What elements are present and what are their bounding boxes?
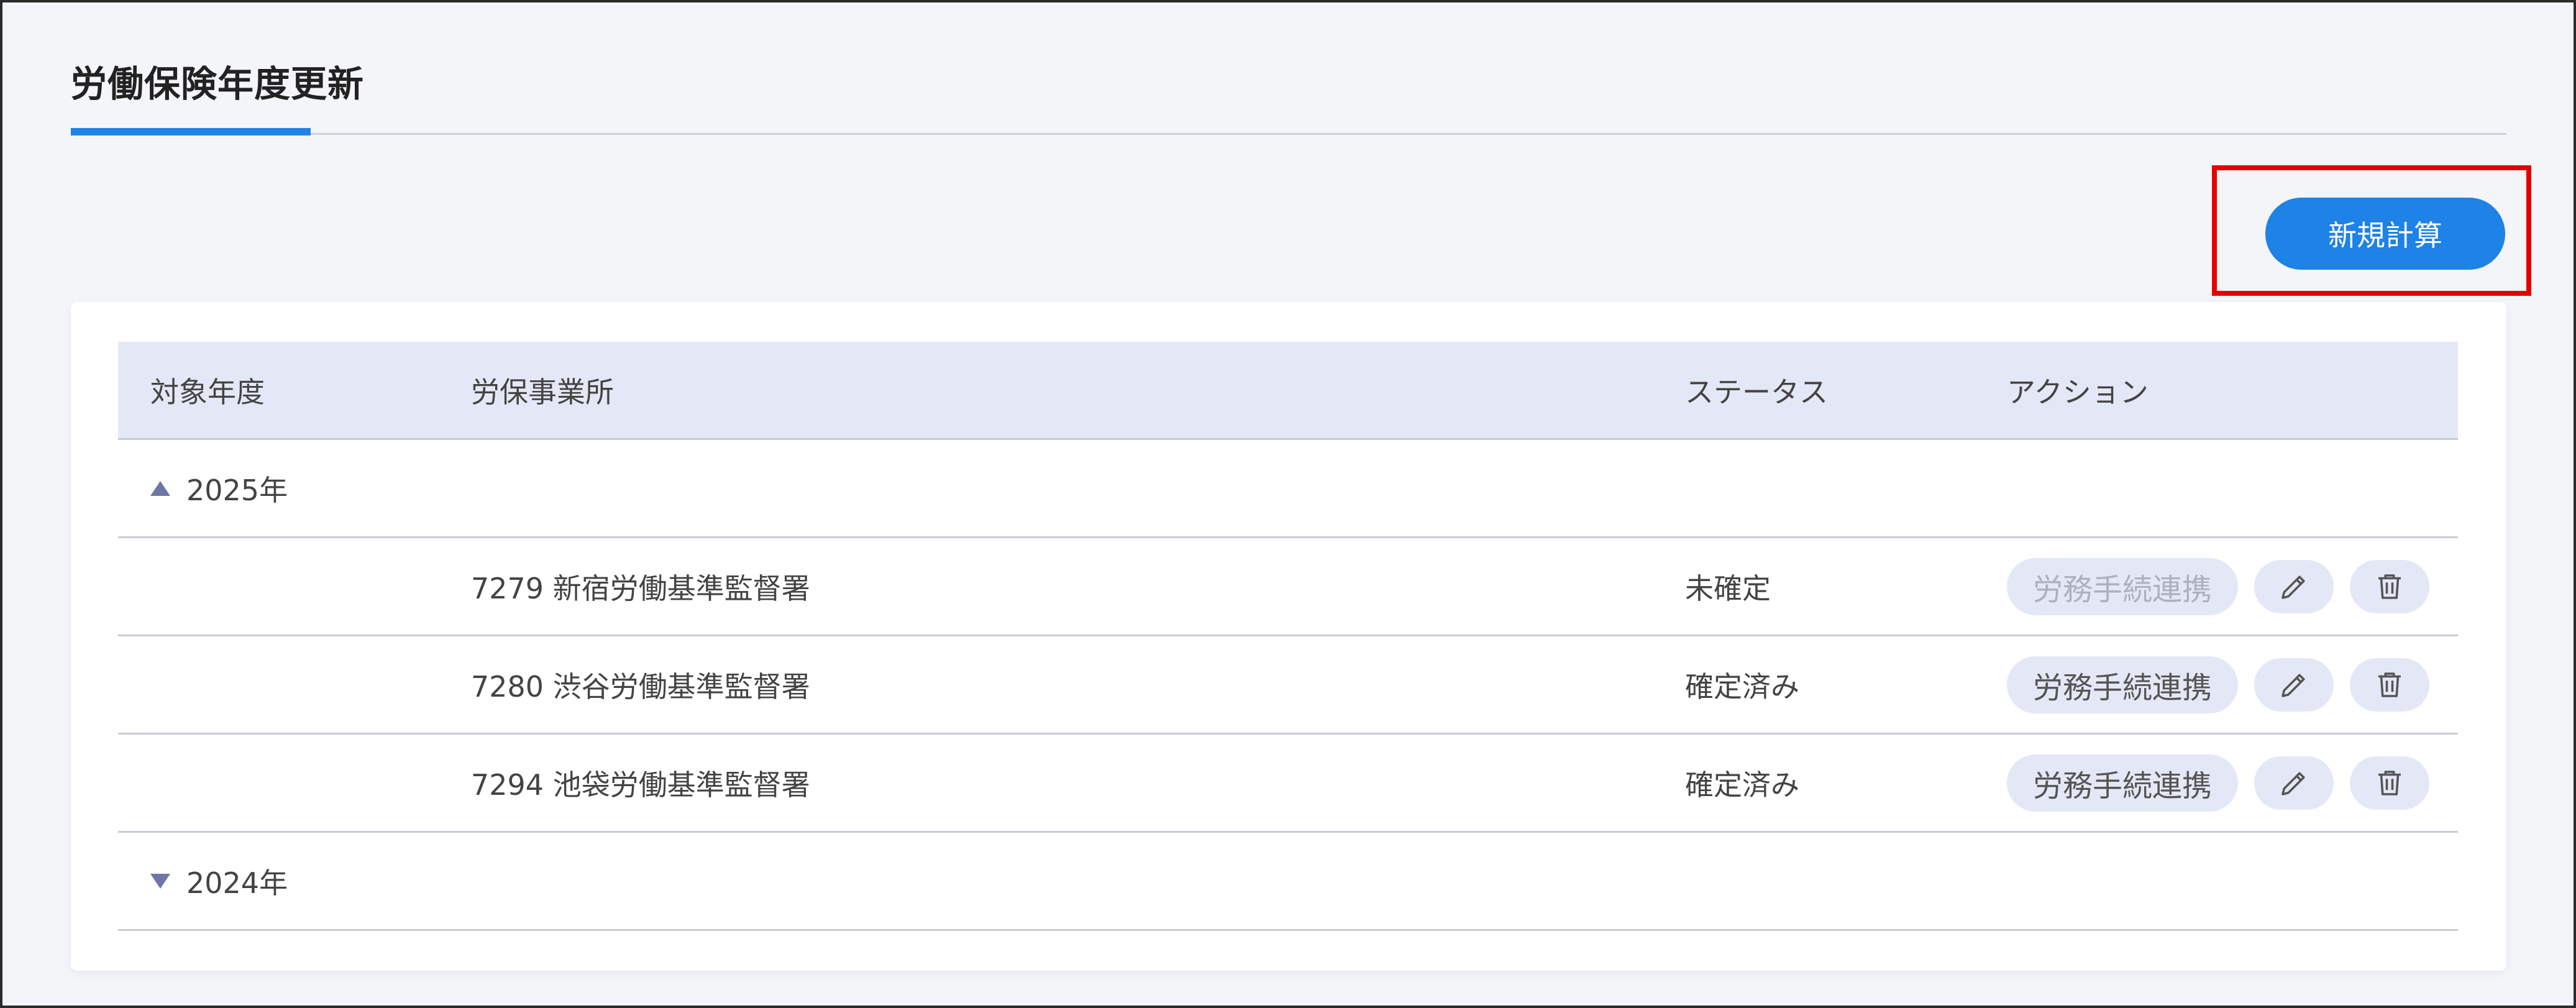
group-row-2024[interactable]: 2024年 [118,833,2458,931]
group-label: 2024年 [186,866,288,900]
triangle-down-icon [150,873,170,889]
new-calculation-button[interactable]: 新規計算 [2265,198,2505,270]
group-row-2025[interactable]: 2025年 [118,440,2458,538]
pencil-icon [2281,771,2305,795]
title-divider [71,133,2506,135]
status-text: 確定済み [1685,669,1799,703]
table-row: 7279 新宿労働基準監督署 未確定 労務手続連携 [118,538,2458,636]
office-name: 7294 池袋労働基準監督署 [471,767,810,802]
edit-button[interactable] [2254,756,2334,810]
trash-icon [2378,574,2401,599]
group-toggle[interactable]: 2025年 [150,468,288,509]
row-actions: 労務手続連携 [2007,754,2430,812]
office-name: 7280 渋谷労働基準監督署 [471,669,810,703]
page-title: 労働保険年度更新 [71,63,365,105]
pencil-icon [2281,673,2305,697]
labor-link-button[interactable]: 労務手続連携 [2007,754,2239,812]
header-status: ステータス [1685,375,1828,409]
header-office: 労保事業所 [471,375,614,409]
labor-link-button[interactable]: 労務手続連携 [2007,557,2239,615]
group-toggle[interactable]: 2024年 [150,861,288,902]
trash-icon [2378,672,2401,697]
delete-button[interactable] [2350,756,2430,810]
triangle-up-icon [150,480,170,496]
table-row: 7294 池袋労働基準監督署 確定済み 労務手続連携 [118,735,2458,833]
row-actions: 労務手続連携 [2007,656,2430,713]
office-name: 7279 新宿労働基準監督署 [471,571,810,605]
edit-button[interactable] [2254,657,2334,712]
group-label: 2025年 [186,473,288,507]
active-tab-indicator [71,128,311,135]
row-actions: 労務手続連携 [2007,557,2430,615]
table-row: 7280 渋谷労働基準監督署 確定済み 労務手続連携 [118,636,2458,735]
pencil-icon [2281,575,2305,599]
table-header: 対象年度 労保事業所 ステータス アクション [118,342,2458,440]
status-text: 未確定 [1685,571,1771,605]
update-table: 対象年度 労保事業所 ステータス アクション 2025年 7279 新宿労働基準… [118,342,2458,931]
status-text: 確定済み [1685,767,1799,802]
labor-link-button[interactable]: 労務手続連携 [2007,656,2239,713]
delete-button[interactable] [2350,657,2430,712]
edit-button[interactable] [2254,559,2334,613]
delete-button[interactable] [2350,559,2430,613]
table-card: 対象年度 労保事業所 ステータス アクション 2025年 7279 新宿労働基準… [71,302,2506,971]
trash-icon [2378,770,2401,795]
header-year: 対象年度 [150,375,265,409]
header-action: アクション [2007,375,2149,409]
